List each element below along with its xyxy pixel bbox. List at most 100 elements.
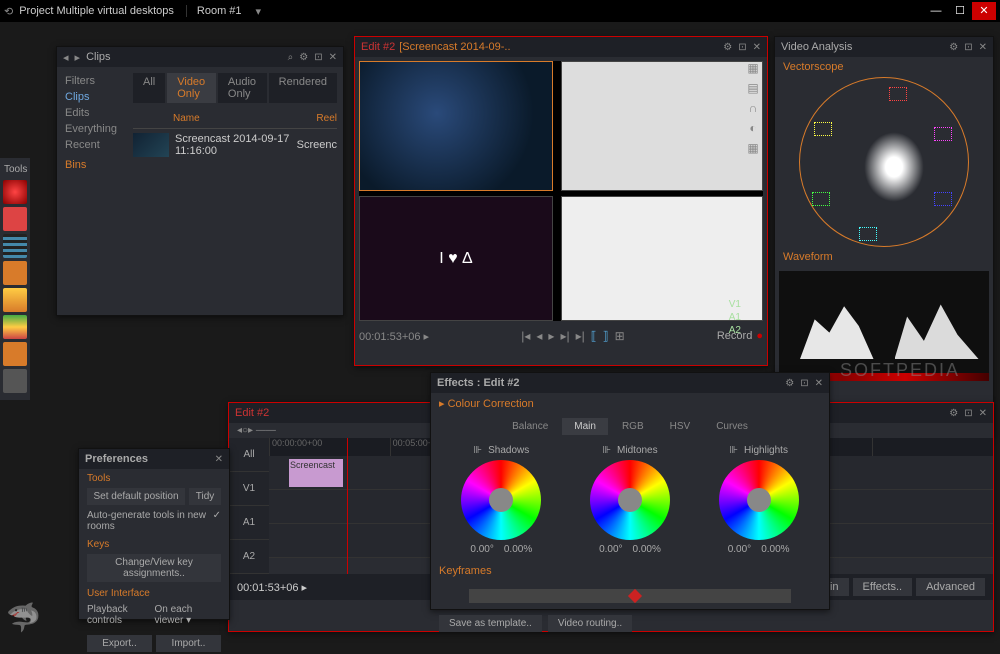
highlights-pct[interactable]: 0.00% <box>761 544 789 555</box>
pin-icon[interactable]: ⊡ <box>738 42 746 53</box>
room-selector[interactable]: Room #1 <box>186 5 252 17</box>
sidebar-clips[interactable]: Clips <box>57 89 127 105</box>
midtones-deg[interactable]: 0.00° <box>599 544 622 555</box>
histogram-icon[interactable]: ⊪ <box>473 445 482 456</box>
tl-label-a1[interactable]: A1 <box>229 506 269 540</box>
track-v1[interactable]: V1 <box>729 298 741 311</box>
tl-label-v1[interactable]: V1 <box>229 472 269 506</box>
tab-balance[interactable]: Balance <box>500 418 560 435</box>
tool-folder-icon[interactable] <box>3 342 27 366</box>
save-template-button[interactable]: Save as template.. <box>439 615 542 632</box>
change-keys-button[interactable]: Change/View key assignments.. <box>87 554 221 582</box>
mark-in-icon[interactable]: ⟦ <box>591 329 597 343</box>
sidebar-recent[interactable]: Recent <box>57 137 127 153</box>
side-film-icon[interactable]: ▤ <box>743 81 763 95</box>
gear-icon[interactable]: ⚙ <box>723 42 732 53</box>
tool-gear-icon[interactable] <box>3 369 27 393</box>
histogram-icon[interactable]: ⊪ <box>602 445 611 456</box>
gear-icon[interactable]: ⚙ <box>299 52 308 63</box>
histogram-icon[interactable]: ⊪ <box>729 445 738 456</box>
timecode[interactable]: 00:01:53+06 ▸ <box>359 330 429 343</box>
advanced-button[interactable]: Advanced <box>916 578 985 596</box>
playhead[interactable] <box>347 438 348 574</box>
side-headphone-icon[interactable]: ∩ <box>743 101 763 115</box>
forward-icon[interactable]: ▸ <box>75 51 81 64</box>
panel-close-icon[interactable]: ✕ <box>215 454 223 465</box>
pin-icon[interactable]: ⊡ <box>314 52 322 63</box>
search-icon[interactable]: ⌕ <box>288 52 294 63</box>
back-icon[interactable]: ◂ <box>63 51 69 64</box>
play-icon[interactable]: ▸ <box>548 329 554 343</box>
panel-close-icon[interactable]: ✕ <box>979 42 987 53</box>
col-name[interactable]: Name <box>173 113 316 124</box>
tool-grid-icon[interactable] <box>3 234 27 258</box>
sidebar-filters[interactable]: Filters <box>57 73 127 89</box>
col-reel[interactable]: Reel <box>316 113 337 124</box>
waveform-label[interactable]: Waveform <box>775 247 993 267</box>
tab-rendered[interactable]: Rendered <box>269 73 337 103</box>
panel-close-icon[interactable]: ✕ <box>753 42 761 53</box>
side-grid-icon[interactable]: ▦ <box>743 141 763 155</box>
tidy-button[interactable]: Tidy <box>189 488 221 505</box>
keyframe-bar[interactable] <box>469 589 791 603</box>
step-back-icon[interactable]: ◂ <box>536 329 542 343</box>
pin-icon[interactable]: ⊡ <box>964 408 972 419</box>
maximize-button[interactable]: ☐ <box>948 2 972 20</box>
track-a2[interactable]: A2 <box>729 324 741 337</box>
video-routing-button[interactable]: Video routing.. <box>548 615 632 632</box>
tab-curves[interactable]: Curves <box>704 418 760 435</box>
tool-gradient-icon[interactable] <box>3 315 27 339</box>
sidebar-edits[interactable]: Edits <box>57 105 127 121</box>
goto-end-icon[interactable]: ▸| <box>576 329 585 343</box>
viewer-canvas[interactable]: I ♥ Δ <box>359 61 763 321</box>
goto-start-icon[interactable]: |◂ <box>521 329 530 343</box>
keyframe-marker[interactable] <box>628 589 642 603</box>
panel-close-icon[interactable]: ✕ <box>979 408 987 419</box>
timeline-timecode[interactable]: 00:01:53+06 ▸ <box>237 581 307 594</box>
tab-main[interactable]: Main <box>562 418 608 435</box>
shadows-wheel[interactable] <box>461 460 541 540</box>
gear-icon[interactable]: ⚙ <box>785 378 794 389</box>
colour-correction-label[interactable]: ▸ Colour Correction <box>431 393 829 414</box>
track-a1[interactable]: A1 <box>729 311 741 324</box>
clip-row[interactable]: Screencast 2014-09-17 11:16:00 Screenc <box>133 129 337 161</box>
midtones-pct[interactable]: 0.00% <box>633 544 661 555</box>
sidebar-everything[interactable]: Everything <box>57 121 127 137</box>
close-button[interactable]: ✕ <box>972 2 996 20</box>
gear-icon[interactable]: ⚙ <box>949 408 958 419</box>
vectorscope-label[interactable]: Vectorscope <box>775 57 993 77</box>
panel-close-icon[interactable]: ✕ <box>329 52 337 63</box>
effects-button[interactable]: Effects.. <box>853 578 913 596</box>
tab-hsv[interactable]: HSV <box>658 418 703 435</box>
sidebar-bins[interactable]: Bins <box>57 153 127 173</box>
autogen-checkbox[interactable]: ✓ <box>213 510 221 532</box>
tab-audio-only[interactable]: Audio Only <box>218 73 267 103</box>
pin-icon[interactable]: ⊡ <box>800 378 808 389</box>
tab-video-only[interactable]: Video Only <box>167 73 216 103</box>
midtones-wheel[interactable] <box>590 460 670 540</box>
chevron-down-icon[interactable]: ▾ <box>256 5 262 18</box>
tab-all[interactable]: All <box>133 73 165 103</box>
tool-red-icon[interactable] <box>3 207 27 231</box>
panel-close-icon[interactable]: ✕ <box>815 378 823 389</box>
pin-icon[interactable]: ⊡ <box>964 42 972 53</box>
step-fwd-icon[interactable]: ▸| <box>560 329 569 343</box>
timeline-clip[interactable]: Screencast <box>289 459 343 487</box>
shadows-pct[interactable]: 0.00% <box>504 544 532 555</box>
mark-out-icon[interactable]: ⟧ <box>603 329 609 343</box>
insert-icon[interactable]: ⊞ <box>615 329 625 343</box>
record-button[interactable]: ● <box>756 330 763 342</box>
tab-rgb[interactable]: RGB <box>610 418 656 435</box>
highlights-deg[interactable]: 0.00° <box>728 544 751 555</box>
tl-label-all[interactable]: All <box>229 438 269 472</box>
highlights-wheel[interactable] <box>719 460 799 540</box>
tool-orange-icon[interactable] <box>3 261 27 285</box>
side-view-icon[interactable]: ▦ <box>743 61 763 75</box>
gear-icon[interactable]: ⚙ <box>949 42 958 53</box>
import-button[interactable]: Import.. <box>156 635 221 652</box>
tool-record-icon[interactable] <box>3 180 27 204</box>
export-button[interactable]: Export.. <box>87 635 152 652</box>
tool-palette-icon[interactable] <box>3 288 27 312</box>
tl-label-a2[interactable]: A2 <box>229 540 269 574</box>
playback-select[interactable]: On each viewer ▾ <box>154 604 221 626</box>
